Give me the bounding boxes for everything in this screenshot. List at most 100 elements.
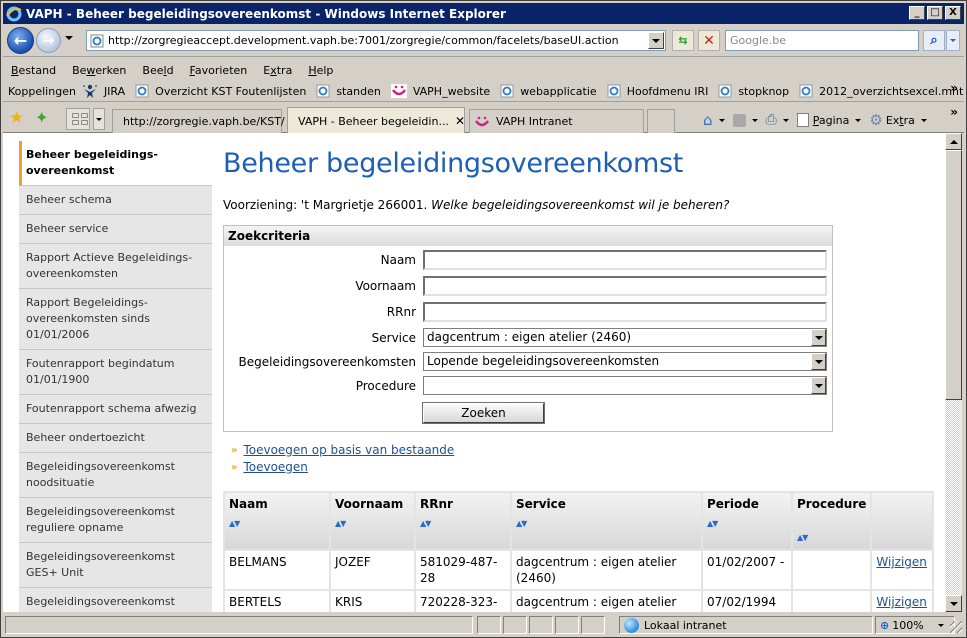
- toevoegen-link[interactable]: Toevoegen: [243, 460, 307, 474]
- column-header-voornaam[interactable]: Voornaam ▲▼: [329, 491, 416, 551]
- link-stopknop[interactable]: stopknop: [718, 84, 789, 98]
- menu-beeld[interactable]: Beeld: [142, 64, 173, 77]
- tab-beheer-begeleiding[interactable]: VAPH - Beheer begeleidin... ✕: [287, 107, 465, 134]
- ie-page-icon: [500, 84, 514, 98]
- link-2012-overzichtsexcel[interactable]: 2012_overzichtsexcel.mht: [799, 84, 963, 98]
- sidebar-item-beheer-begeleidingsovereenkomst[interactable]: Beheer begeleidings-overeenkomst: [19, 141, 212, 186]
- sidebar-item-beheer-schema[interactable]: Beheer schema: [19, 186, 212, 215]
- scroll-up-button[interactable]: [945, 133, 962, 150]
- url-text[interactable]: http://zorgregieaccept.development.vaph.…: [108, 34, 648, 47]
- toolbar-overflow-chevron-icon[interactable]: »: [950, 105, 958, 119]
- tab-vaph-intranet[interactable]: VAPH Intranet: [469, 109, 644, 133]
- link-standen[interactable]: standen: [316, 84, 381, 98]
- link-vaph-website[interactable]: VAPH_website: [390, 84, 490, 98]
- sidebar-item-foutenrapport-begindatum[interactable]: Foutenrapport begindatum 01/01/1900: [19, 350, 212, 395]
- search-button[interactable]: ⌕: [923, 30, 945, 51]
- link-webapplicatie[interactable]: webapplicatie: [500, 84, 597, 98]
- link-label: JIRA: [103, 84, 126, 98]
- sort-icon[interactable]: ▲▼: [229, 519, 325, 528]
- rrnr-label: RRnr: [386, 305, 416, 319]
- procedure-dropdown-button[interactable]: [811, 377, 826, 394]
- zoom-level[interactable]: ⊕ 100%: [875, 616, 955, 634]
- scroll-thumb[interactable]: [945, 150, 962, 400]
- refresh-button[interactable]: ⇆: [672, 30, 694, 51]
- address-dropdown-button[interactable]: [648, 32, 664, 49]
- menu-help[interactable]: Help: [308, 64, 333, 77]
- vertical-scrollbar[interactable]: [945, 133, 962, 612]
- begeleidingsovereenkomsten-select[interactable]: Lopende begeleidingsovereenkomsten: [423, 352, 827, 371]
- quick-tabs-button[interactable]: [66, 108, 90, 130]
- close-tab-icon[interactable]: ✕: [455, 114, 465, 128]
- link-hoofdmenu-iri[interactable]: Hoofdmenu IRI: [607, 84, 708, 98]
- column-header-procedure[interactable]: Procedure ▲▼: [790, 491, 873, 551]
- page-icon: [90, 34, 104, 47]
- page-menu-button[interactable]: Pagina: [796, 113, 862, 127]
- menu-bewerken[interactable]: Bewerken: [72, 64, 126, 77]
- sort-icon[interactable]: ▲▼: [420, 519, 506, 528]
- procedure-select[interactable]: [423, 376, 827, 395]
- column-header-periode[interactable]: Periode ▲▼: [701, 491, 793, 551]
- close-button[interactable]: X: [945, 6, 961, 20]
- menu-bestand[interactable]: Bestand: [11, 64, 56, 77]
- sort-icon[interactable]: ▲▼: [707, 519, 787, 528]
- voornaam-label: Voornaam: [355, 279, 416, 293]
- sidebar-item-rapport-sinds-2006[interactable]: Rapport Begeleidings-overeenkomsten sind…: [19, 289, 212, 350]
- column-header-naam[interactable]: Naam ▲▼: [223, 491, 331, 551]
- link-overzicht-kst[interactable]: Overzicht KST Foutenlijsten: [135, 84, 306, 98]
- resize-grip[interactable]: [950, 621, 962, 633]
- print-button[interactable]: ⎙: [766, 112, 789, 128]
- minimize-button[interactable]: _: [909, 6, 925, 20]
- tools-menu-button[interactable]: ⚙ Extra: [869, 111, 927, 129]
- search-options-dropdown[interactable]: [946, 30, 960, 51]
- status-cell: [529, 616, 553, 634]
- sidebar-item-noodsituatie[interactable]: Begeleidingsovereenkomst noodsituatie: [19, 453, 212, 498]
- back-button[interactable]: ←: [7, 27, 34, 54]
- menu-extra[interactable]: Extra: [263, 64, 292, 77]
- field-row-service: Service dagcentrum : eigen atelier (2460…: [224, 328, 834, 350]
- menu-bar: Bestand Bewerken Beeld Favorieten Extra …: [3, 60, 964, 80]
- tab-list-dropdown[interactable]: [93, 108, 105, 130]
- zoeken-button[interactable]: Zoeken: [422, 402, 545, 424]
- tab-label: http://zorgregie.vaph.be/KST/: [123, 115, 285, 128]
- sidebar-item-beheer-service[interactable]: Beheer service: [19, 215, 212, 244]
- rrnr-input[interactable]: [423, 302, 827, 322]
- intro-question: Welke begeleidingsovereenkomst wil je be…: [431, 198, 730, 212]
- chevron-down-icon[interactable]: [937, 623, 944, 627]
- menu-favorieten[interactable]: Favorieten: [190, 64, 248, 77]
- forward-button[interactable]: →: [36, 28, 61, 53]
- stop-button[interactable]: ✕: [698, 30, 720, 51]
- column-header-service[interactable]: Service ▲▼: [510, 491, 703, 551]
- scroll-down-button[interactable]: [945, 595, 962, 612]
- favorites-star-icon[interactable]: ★: [9, 110, 24, 127]
- sort-icon[interactable]: ▲▼: [797, 533, 866, 542]
- sidebar-item-rapport-actieve[interactable]: Rapport Actieve Begeleidings-overeenkoms…: [19, 244, 212, 289]
- wijzigen-link[interactable]: Wijzigen: [876, 555, 927, 569]
- sidebar-item-reguliere-opname[interactable]: Begeleidingsovereenkomst reguliere opnam…: [19, 498, 212, 543]
- naam-input[interactable]: [423, 250, 827, 270]
- begeleidingsovereenkomsten-dropdown-button[interactable]: [811, 353, 826, 370]
- maximize-button[interactable]: □: [927, 6, 943, 20]
- add-favorite-icon[interactable]: ✦: [35, 110, 48, 126]
- service-select[interactable]: dagcentrum : eigen atelier (2460): [423, 328, 827, 347]
- sidebar-item-trajectbegeleiding[interactable]: Begeleidingsovereenkomst trajectbegeleid…: [19, 588, 212, 612]
- security-zone[interactable]: Lokaal intranet: [619, 616, 873, 634]
- links-overflow-chevron-icon[interactable]: »: [950, 81, 958, 95]
- sort-icon[interactable]: ▲▼: [335, 519, 410, 528]
- toevoegen-op-basis-link[interactable]: Toevoegen op basis van bestaande: [243, 443, 454, 457]
- sidebar-item-ges-unit[interactable]: Begeleidingsovereenkomst GES+ Unit: [19, 543, 212, 588]
- sort-icon[interactable]: ▲▼: [516, 519, 697, 528]
- sidebar-item-beheer-ondertoezicht[interactable]: Beheer ondertoezicht: [19, 424, 212, 453]
- column-header-rrnr[interactable]: RRnr ▲▼: [414, 491, 512, 551]
- recent-pages-dropdown[interactable]: [65, 36, 73, 40]
- link-jira[interactable]: JIRA: [82, 83, 125, 99]
- search-input[interactable]: Google.be: [725, 30, 919, 51]
- sidebar-item-foutenrapport-schema[interactable]: Foutenrapport schema afwezig: [19, 395, 212, 424]
- voornaam-input[interactable]: [423, 276, 827, 296]
- wijzigen-link[interactable]: Wijzigen: [876, 595, 927, 609]
- home-button[interactable]: ⌂: [703, 111, 725, 129]
- address-bar[interactable]: http://zorgregieaccept.development.vaph.…: [86, 30, 666, 51]
- service-dropdown-button[interactable]: [811, 329, 826, 346]
- feeds-button[interactable]: [732, 113, 758, 127]
- new-tab-button[interactable]: [647, 109, 675, 133]
- tab-kst[interactable]: http://zorgregie.vaph.be/KST/: [112, 109, 285, 133]
